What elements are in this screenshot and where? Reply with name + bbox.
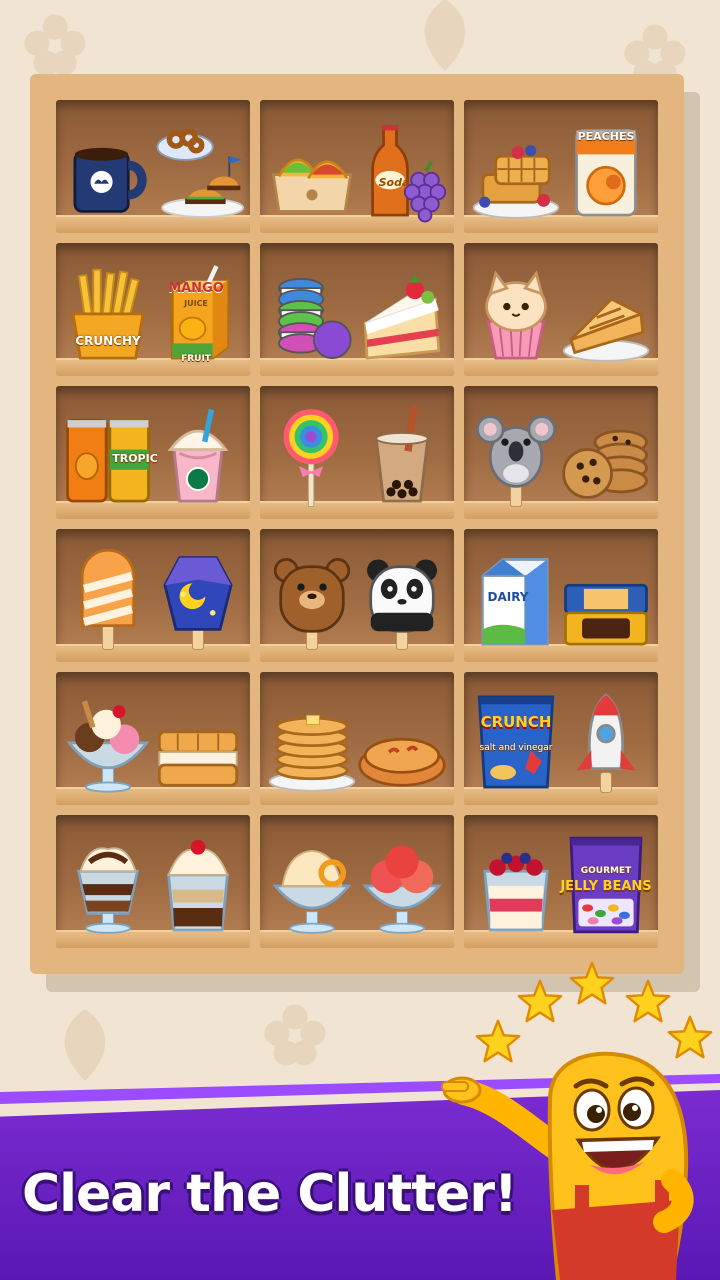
shelf-grid: Soda PEACHES CRUNCHY MANGO JUICE FRUIT TROPIC D…: [42, 86, 672, 962]
shelf-cell[interactable]: DAIRY: [464, 529, 658, 662]
coffee-mug-icon[interactable]: [62, 115, 154, 225]
mascot-character: [440, 1000, 720, 1280]
pancakes-icon[interactable]: [266, 687, 358, 797]
shelf-cell[interactable]: [464, 386, 658, 519]
chips-bag-icon[interactable]: CRUNCH salt and vinegar: [470, 687, 562, 797]
fries-icon[interactable]: CRUNCHY: [62, 258, 154, 368]
night-popsicle-icon[interactable]: [152, 544, 244, 654]
pie-icon[interactable]: [356, 687, 448, 797]
sundae-icon[interactable]: [62, 687, 154, 797]
strawberry-sorbet-icon[interactable]: [356, 830, 448, 940]
shelf: Soda PEACHES CRUNCHY MANGO JUICE FRUIT TROPIC D…: [30, 74, 684, 974]
macarons-icon[interactable]: [266, 258, 358, 368]
bubble-tea-icon[interactable]: [356, 401, 448, 511]
shelf-cell[interactable]: GOURMET JELLY BEANS: [464, 815, 658, 948]
ice-cream-sandwich-icon[interactable]: [152, 687, 244, 797]
wallpaper-leaf-icon: [40, 1000, 130, 1090]
bear-popsicle-icon[interactable]: [266, 544, 358, 654]
berry-parfait-icon[interactable]: [470, 830, 562, 940]
pie-slice-icon[interactable]: [560, 258, 652, 368]
soda-cans-icon[interactable]: TROPIC: [62, 401, 158, 511]
peaches-can-icon[interactable]: PEACHES: [560, 115, 652, 225]
orange-sorbet-icon[interactable]: [266, 830, 358, 940]
shelf-cell[interactable]: [260, 243, 454, 376]
shelf-cell[interactable]: [260, 672, 454, 805]
pretzel-burger-plate-icon[interactable]: [152, 115, 244, 225]
chocolate-parfait-icon[interactable]: [62, 830, 154, 940]
shelf-cell[interactable]: Soda: [260, 100, 454, 233]
wallpaper-leaf-icon: [400, 0, 490, 80]
shelf-cell[interactable]: TROPIC: [56, 386, 250, 519]
shelf-cell[interactable]: [56, 100, 250, 233]
juice-box-icon[interactable]: MANGO JUICE FRUIT: [152, 258, 244, 368]
koala-popsicle-icon[interactable]: [470, 401, 562, 511]
snack-bars-icon[interactable]: [560, 544, 652, 654]
shelf-cell[interactable]: [464, 243, 658, 376]
creamsicle-icon[interactable]: [62, 544, 154, 654]
shelf-cell[interactable]: [260, 815, 454, 948]
tacos-icon[interactable]: [266, 115, 358, 225]
panda-popsicle-icon[interactable]: [356, 544, 448, 654]
cookies-icon[interactable]: [560, 401, 652, 511]
rocket-popsicle-icon[interactable]: [560, 687, 652, 797]
milk-carton-icon[interactable]: DAIRY: [470, 544, 562, 654]
cake-slice-icon[interactable]: [356, 258, 448, 368]
shelf-cell[interactable]: [260, 529, 454, 662]
cat-cupcake-icon[interactable]: [470, 258, 562, 368]
shelf-cell[interactable]: [56, 672, 250, 805]
shelf-cell[interactable]: [260, 386, 454, 519]
wallpaper-flower-icon: [250, 990, 340, 1080]
shelf-cell[interactable]: CRUNCHY MANGO JUICE FRUIT: [56, 243, 250, 376]
cherry-parfait-icon[interactable]: [152, 830, 244, 940]
jelly-beans-bag-icon[interactable]: GOURMET JELLY BEANS: [560, 830, 652, 940]
shelf-cell[interactable]: [56, 815, 250, 948]
lollipop-icon[interactable]: [266, 401, 358, 511]
waffles-icon[interactable]: [470, 115, 562, 225]
frappe-cup-icon[interactable]: [152, 401, 244, 511]
shelf-cell[interactable]: CRUNCH salt and vinegar: [464, 672, 658, 805]
soda-bottle-grapes-icon[interactable]: Soda: [356, 115, 448, 225]
shelf-cell[interactable]: PEACHES: [464, 100, 658, 233]
shelf-cell[interactable]: [56, 529, 250, 662]
